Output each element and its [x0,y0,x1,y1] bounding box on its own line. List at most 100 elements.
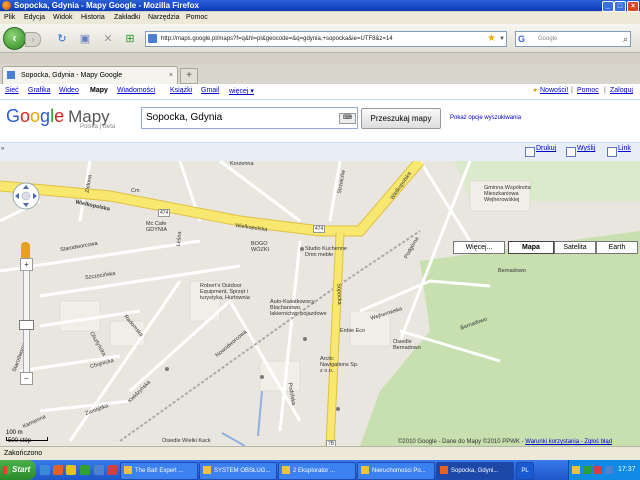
google-link-help[interactable]: Pomoc [577,87,599,94]
reload-icon[interactable]: ↻ [55,32,69,46]
menu-edit[interactable]: Edycja [24,12,45,24]
taskbar-item[interactable]: Nieruchomości Po... [357,462,435,480]
search-maps-button[interactable]: Przeszukaj mapy [361,108,441,129]
send-link[interactable]: Wyślij [577,145,595,152]
map-type-more[interactable]: Więcej... [453,241,505,254]
street-label: Korzenna [230,161,254,167]
google-link-sign-in[interactable]: Zaloguj [610,87,633,94]
google-link-news[interactable]: Wiadomości [117,87,155,94]
taskbar-item[interactable]: SYSTEM OBSŁUG... [199,462,277,480]
map-canvas[interactable]: Wielkopolska Wielkopolska Wielkopolska S… [0,161,640,446]
menu-view[interactable]: Widok [53,12,72,24]
map-type-map[interactable]: Mapa [508,241,554,254]
google-link-more[interactable]: więcej ▾ [229,87,254,95]
map-type-earth[interactable]: Earth [596,241,638,254]
google-link-web[interactable]: Sieć [5,87,19,94]
place-label: Auto-Kwiatkowscy, Blacharstwo, lakiernic… [270,299,327,317]
clock: 17:37 [618,466,636,473]
place-label: Osiedle Wielki Kack [162,438,211,444]
quicklaunch-app-icon[interactable] [80,465,90,475]
map-type-satellite[interactable]: Satelita [554,241,596,254]
maps-search-input[interactable]: Sopocka, Gdynia [141,107,358,129]
poi-markers [165,247,340,411]
menu-tools[interactable]: Narzędzia [148,12,180,24]
google-link-images[interactable]: Grafika [28,87,51,94]
maximize-button[interactable]: □ [614,1,626,12]
back-button[interactable]: ‹ [3,27,26,50]
start-button[interactable]: Start [0,460,36,480]
pan-control[interactable] [11,181,41,211]
pegman-street-view-icon[interactable] [21,242,30,258]
place-label: Gminna Wspólnota Mieszkaniowa Wejherowsk… [484,185,531,203]
keyboard-icon[interactable]: ⌨ [339,113,356,124]
place-label: Osiedle Bernadowo [393,339,421,351]
language-indicator[interactable]: PL [516,462,534,480]
close-window-button[interactable]: × [627,1,639,12]
folder-icon [282,466,290,475]
window-title-bar: Sopocka, Gdynia - Mapy Google - Mozilla … [0,0,640,12]
zoom-out-button[interactable]: − [20,372,33,385]
google-link-maps: Mapy [90,87,108,94]
tray-icon[interactable] [605,466,613,474]
google-link-books[interactable]: Książki [170,87,192,94]
status-text: Zakończono [4,450,43,457]
app-icon [203,466,211,475]
forward-button[interactable]: › [25,32,41,47]
new-page-icon[interactable]: ⊞ [123,32,137,46]
stop-icon[interactable]: ✕ [101,32,115,46]
google-link-video[interactable]: Wideo [59,87,79,94]
chevron-down-icon[interactable]: ▼ [499,32,505,46]
google-search-icon: G [518,34,526,44]
status-bar: Zakończono [0,446,640,461]
search-icon[interactable]: ⌕ [623,32,628,46]
quicklaunch-desktop-icon[interactable] [94,465,104,475]
street-label: Bernadowo [498,268,526,274]
link-icon[interactable] [607,147,617,157]
print-icon[interactable] [525,147,535,157]
firefox-icon [440,466,448,475]
close-tab-icon[interactable]: × [169,67,173,84]
page-content: Sieć Grafika Wideo Mapy Wiadomości Książ… [0,84,640,446]
taskbar-item-active[interactable]: Sopocka, Gdyni... [436,462,514,480]
tab-google-maps[interactable]: Sopocka, Gdynia - Mapy Google × [2,66,178,84]
menu-history[interactable]: Historia [81,12,105,24]
email-icon[interactable] [566,147,576,157]
quicklaunch-firefox-icon[interactable] [53,465,63,475]
app-icon [361,466,369,475]
bookmark-page-icon[interactable]: ▣ [78,32,92,46]
scale-label-metric: 100 m [6,430,23,436]
menu-bookmarks[interactable]: Zakładki [114,12,140,24]
terms-link[interactable]: Warunki korzystania - Zgłoś błąd [525,439,612,445]
window-title: Sopocka, Gdynia - Mapy Google - Mozilla … [14,1,199,10]
search-placeholder[interactable]: Google [538,32,557,46]
quicklaunch-folder-icon[interactable] [66,465,76,475]
tray-icon[interactable] [583,466,591,474]
browser-search-box[interactable]: G Google ⌕ [515,31,631,47]
google-link-gmail[interactable]: Gmail [201,87,219,94]
address-bar[interactable]: http://maps.google.pl/maps?f=q&hl=pl&geo… [145,31,507,47]
quicklaunch-ie-icon[interactable] [40,465,50,475]
quicklaunch-app-icon[interactable] [107,465,117,475]
scale-label-imperial: 500 stóp [8,438,32,444]
new-tab-button[interactable]: + [180,68,198,84]
map-copyright: ©2010 Google - Dane do Mapy ©2010 PPWK -… [398,439,613,445]
menu-help[interactable]: Pomoc [186,12,208,24]
menu-bar: Plik Edycja Widok Historia Zakładki Narz… [0,12,640,24]
taskbar-item[interactable]: 2 Eksplorator ... [278,462,356,480]
zoom-slider-thumb[interactable] [19,320,34,330]
link-link[interactable]: Link [618,145,631,152]
url-text[interactable]: http://maps.google.pl/maps?f=q&hl=pl&geo… [161,32,393,46]
search-query[interactable]: Sopocka, Gdynia [146,108,222,128]
street-label: Sopocka [335,283,343,305]
taskbar-item[interactable]: The Bat! Expert ... [120,462,198,480]
google-link-whats-new[interactable]: Nowości! [540,87,568,94]
collapse-panel-icon[interactable]: » [1,146,4,152]
place-label: Enbie Eco [340,328,366,334]
print-link[interactable]: Drukuj [536,145,556,152]
star-icon[interactable]: ★ [487,32,496,46]
minimize-button[interactable]: _ [602,1,614,12]
tray-icon[interactable] [572,466,580,474]
tray-icon[interactable] [594,466,602,474]
search-options-link[interactable]: Pokaż opcje wyszukiwania [450,115,521,121]
menu-file[interactable]: Plik [4,12,15,24]
